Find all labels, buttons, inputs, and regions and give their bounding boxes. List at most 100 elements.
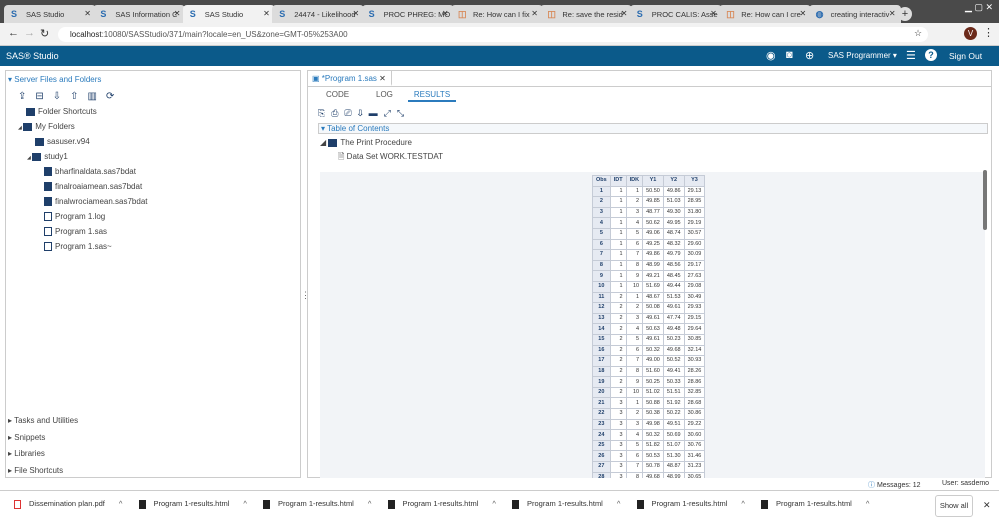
table-cell: 29.19 bbox=[683, 217, 706, 229]
section-server-files[interactable]: ▾ Server Files and Folders bbox=[8, 75, 101, 84]
program-tab[interactable]: ▣ *Program 1.sas ✕ bbox=[308, 71, 392, 86]
download-options-icon[interactable]: ^ bbox=[243, 499, 247, 508]
download-item[interactable]: Program 1-results.html ^ bbox=[263, 499, 371, 509]
tree-item[interactable]: ◢ My Folders bbox=[18, 122, 75, 131]
close-tab-icon[interactable]: ✕ bbox=[799, 9, 806, 18]
download-options-icon[interactable]: ^ bbox=[866, 499, 870, 508]
table-cell: 1 bbox=[609, 217, 627, 229]
section-libraries[interactable]: ▸ Libraries bbox=[8, 449, 45, 458]
globe-icon[interactable]: ⊕ bbox=[805, 49, 814, 62]
section-label: File Shortcuts bbox=[14, 465, 64, 475]
file-toolbar[interactable]: ⇪⊟⇩⇧▥⟳ bbox=[18, 91, 123, 102]
close-tab-icon[interactable]: ✕ bbox=[531, 9, 538, 18]
table-cell: 47.74 bbox=[662, 312, 685, 325]
close-tab-icon[interactable]: ✕ bbox=[379, 74, 386, 83]
new-tab-button[interactable]: + bbox=[898, 7, 912, 21]
help-icon[interactable]: ? bbox=[925, 49, 937, 61]
download-options-icon[interactable]: ^ bbox=[492, 499, 496, 508]
menu-icon[interactable]: ⋮ bbox=[983, 26, 994, 39]
browser-tab[interactable]: ◍ creating interactiv ✕ bbox=[808, 5, 901, 23]
browser-tab[interactable]: S SAS Studio ✕ bbox=[182, 5, 275, 23]
role-menu[interactable]: SAS Programmer ▾ bbox=[828, 51, 897, 60]
tab-log[interactable]: LOG bbox=[376, 90, 393, 99]
back-icon[interactable]: ← bbox=[8, 27, 19, 39]
section-file-shortcuts[interactable]: ▸ File Shortcuts bbox=[8, 466, 63, 475]
close-tab-icon[interactable]: ✕ bbox=[352, 9, 359, 18]
tab-code[interactable]: CODE bbox=[326, 90, 349, 99]
close-tab-icon[interactable]: ✕ bbox=[889, 9, 896, 18]
table-cell: 2 bbox=[609, 386, 627, 399]
table-cell: 1 bbox=[609, 206, 627, 219]
table-cell: 9 bbox=[625, 376, 644, 388]
tree-item[interactable]: bharfinaldata.sas7bdat bbox=[44, 167, 136, 177]
table-cell: 4 bbox=[625, 429, 644, 441]
tree-item[interactable]: Program 1.sas bbox=[44, 227, 107, 237]
tree-item[interactable]: Folder Shortcuts bbox=[26, 107, 97, 116]
sign-out-link[interactable]: Sign Out bbox=[949, 51, 982, 61]
browser-tab[interactable]: S SAS Information C ✕ bbox=[93, 5, 186, 23]
browser-tab[interactable]: S 24474 - Likelihood ✕ bbox=[272, 5, 365, 23]
messages-count[interactable]: ⓘ Messages: 12 bbox=[868, 480, 921, 490]
tree-item[interactable]: finalroaiamean.sas7bdat bbox=[44, 182, 143, 192]
profile-avatar[interactable]: V bbox=[964, 27, 977, 40]
browser-tab[interactable]: ◫ Re: How can I fix ✕ bbox=[451, 5, 543, 23]
browser-tab[interactable]: S SAS Studio ✕ bbox=[4, 5, 96, 23]
download-item[interactable]: Program 1-results.html ^ bbox=[636, 499, 745, 509]
table-cell: 16 bbox=[592, 344, 611, 357]
database-icon[interactable]: ◙ bbox=[786, 49, 793, 61]
tree-item[interactable]: Program 1.sas~ bbox=[44, 242, 112, 252]
table-cell: 50.32 bbox=[642, 344, 664, 357]
browser-tab[interactable]: ◫ Re: How can I cre ✕ bbox=[719, 5, 812, 23]
tree-item[interactable]: Program 1.log bbox=[44, 212, 105, 222]
download-item[interactable]: Program 1-results.html ^ bbox=[761, 499, 869, 509]
forward-icon[interactable]: → bbox=[24, 27, 35, 39]
close-downloads-icon[interactable]: ✕ bbox=[983, 500, 991, 511]
tree-item[interactable]: ◢ study1 bbox=[27, 152, 68, 161]
window-controls[interactable]: ▁ ▢ ✕ bbox=[965, 2, 993, 13]
toc-procedure[interactable]: ◢ The Print Procedure bbox=[320, 138, 412, 147]
tab-results[interactable]: RESULTS bbox=[408, 90, 456, 102]
table-cell: 1 bbox=[609, 249, 627, 261]
download-item[interactable]: Dissemination plan.pdf ^ bbox=[14, 499, 122, 509]
search-icon[interactable]: ◉ bbox=[766, 49, 776, 62]
reload-icon[interactable]: ↻ bbox=[40, 27, 49, 40]
bookmark-star-icon[interactable]: ☆ bbox=[914, 28, 922, 39]
section-tasks-and-utilities[interactable]: ▸ Tasks and Utilities bbox=[8, 416, 78, 425]
download-options-icon[interactable]: ^ bbox=[617, 499, 621, 508]
html-file-icon bbox=[761, 499, 768, 509]
tree-item[interactable]: sasuser.v94 bbox=[35, 137, 90, 146]
close-tab-icon[interactable]: ✕ bbox=[442, 9, 449, 18]
url-input[interactable]: localhost:10080/SASStudio/371/main?local… bbox=[58, 27, 928, 42]
download-options-icon[interactable]: ^ bbox=[368, 499, 372, 508]
section-snippets[interactable]: ▸ Snippets bbox=[8, 433, 45, 442]
table-cell: 3 bbox=[609, 429, 627, 441]
close-tab-icon[interactable]: ✕ bbox=[263, 9, 270, 18]
table-cell: 29.17 bbox=[683, 259, 706, 272]
download-item[interactable]: Program 1-results.html ^ bbox=[387, 499, 496, 509]
table-cell: 3 bbox=[609, 439, 627, 452]
browser-tab[interactable]: ◫ Re: save the resid ✕ bbox=[540, 5, 633, 23]
table-cell: 3 bbox=[609, 408, 627, 420]
download-options-icon[interactable]: ^ bbox=[741, 499, 745, 508]
results-scrollbar[interactable] bbox=[983, 170, 987, 230]
tree-item[interactable]: finalwrociamean.sas7bdat bbox=[44, 197, 148, 207]
download-options-icon[interactable]: ^ bbox=[119, 499, 123, 508]
close-tab-icon[interactable]: ✕ bbox=[710, 9, 717, 18]
table-cell: 32.14 bbox=[683, 344, 706, 357]
status-bar: ⓘ Messages: 12 User: sasdemo bbox=[0, 478, 999, 490]
close-tab-icon[interactable]: ✕ bbox=[621, 9, 628, 18]
download-item[interactable]: Program 1-results.html ^ bbox=[512, 499, 620, 509]
show-all-button[interactable]: Show all bbox=[935, 495, 973, 517]
table-cell: 1 bbox=[609, 259, 627, 272]
tree-item-label: finalroaiamean.sas7bdat bbox=[55, 182, 143, 191]
settings-list-icon[interactable]: ☰ bbox=[906, 49, 916, 62]
download-item[interactable]: Program 1-results.html ^ bbox=[138, 499, 247, 509]
table-cell: 51.30 bbox=[662, 450, 685, 463]
browser-tab[interactable]: S PROC CALIS: Asse ✕ bbox=[629, 5, 722, 23]
close-tab-icon[interactable]: ✕ bbox=[174, 9, 181, 18]
toc-dataset[interactable]: 🗎 Data Set WORK.TESTDAT bbox=[338, 151, 443, 165]
browser-tab[interactable]: S PROC PHREG: MO ✕ bbox=[361, 5, 454, 23]
results-toolbar[interactable]: ⎘⎙⎚⇩▬⤢⤡ bbox=[318, 108, 410, 119]
toc-header[interactable]: ▾ Table of Contents bbox=[318, 123, 988, 134]
close-tab-icon[interactable]: ✕ bbox=[84, 9, 91, 18]
